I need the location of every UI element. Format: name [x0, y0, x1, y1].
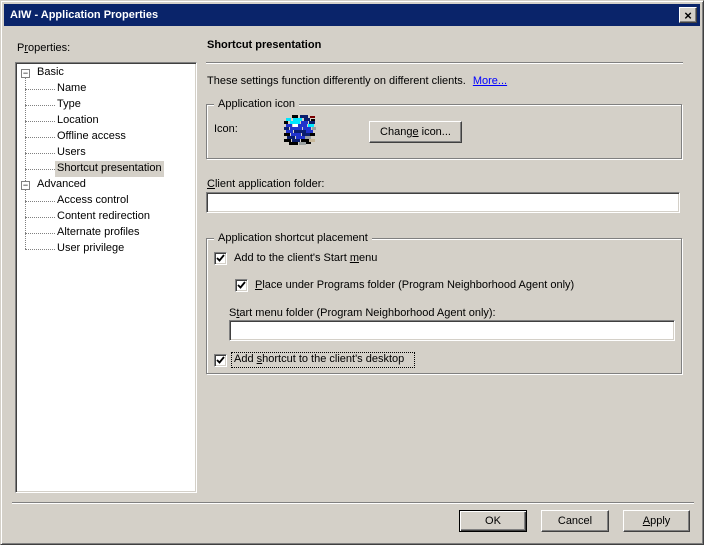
tree-line: [25, 77, 26, 181]
ok-button[interactable]: OK: [459, 510, 527, 532]
tree-item-basic[interactable]: Basic: [37, 65, 64, 81]
tree-item-alternate-profiles[interactable]: Alternate profiles: [57, 225, 140, 241]
tree-item-type[interactable]: Type: [57, 97, 81, 113]
window-title: AIW - Application Properties: [10, 9, 158, 21]
application-icon-group: Application icon Icon: Change icon.: [206, 104, 682, 159]
tree-line: [25, 89, 55, 90]
check-icon: [237, 281, 246, 290]
close-icon: ×: [684, 9, 692, 22]
shortcut-placement-group: Application shortcut placement Add to th…: [206, 238, 682, 374]
client-app-folder-label: Client application folder:: [207, 178, 324, 190]
start-menu-folder-label: Start menu folder (Program Neighborhood …: [229, 307, 496, 319]
tree-line: [25, 233, 55, 234]
tree-line: [25, 217, 55, 218]
tree-item-name[interactable]: Name: [57, 81, 86, 97]
start-menu-checkbox-label: Add to the client's Start menu: [234, 252, 377, 265]
start-menu-folder-input[interactable]: [229, 320, 675, 341]
tree-line: [25, 249, 55, 250]
apply-button[interactable]: Apply: [623, 510, 690, 532]
application-icon-legend: Application icon: [214, 98, 299, 110]
titlebar: AIW - Application Properties ×: [4, 4, 700, 26]
start-menu-checkbox[interactable]: [214, 252, 227, 265]
programs-folder-checkbox-row[interactable]: Place under Programs folder (Program Nei…: [235, 278, 574, 292]
tree-item-user-privilege[interactable]: User privilege: [57, 241, 124, 257]
tree-line: [25, 169, 55, 170]
icon-label: Icon:: [214, 123, 238, 135]
tree-line: [25, 189, 26, 249]
intro-text: These settings function differently on d…: [207, 75, 466, 87]
tree-item-content-redirection[interactable]: Content redirection: [57, 209, 150, 225]
client-app-folder-input[interactable]: [206, 192, 680, 213]
cancel-button[interactable]: Cancel: [541, 510, 609, 532]
properties-tree[interactable]: − − Basic Name Type Location Offline acc…: [15, 62, 197, 493]
desktop-shortcut-checkbox-row[interactable]: Add shortcut to the client's desktop: [214, 353, 415, 367]
application-icon-image: [284, 115, 318, 145]
tree-item-offline-access[interactable]: Offline access: [57, 129, 126, 145]
collapse-icon-advanced[interactable]: −: [21, 181, 30, 190]
tree-line: [25, 105, 55, 106]
programs-folder-checkbox[interactable]: [235, 279, 248, 292]
shortcut-placement-legend: Application shortcut placement: [214, 232, 372, 244]
tree-item-location[interactable]: Location: [57, 113, 99, 129]
more-link[interactable]: More...: [473, 75, 507, 87]
tree-item-advanced[interactable]: Advanced: [37, 177, 86, 193]
change-icon-button[interactable]: Change icon...: [369, 121, 462, 143]
tree-item-shortcut-presentation[interactable]: Shortcut presentation: [55, 161, 164, 177]
tree-line: [25, 121, 55, 122]
page-title: Shortcut presentation: [207, 39, 321, 51]
footer-divider: [12, 502, 694, 504]
application-properties-dialog: AIW - Application Properties × Propertie…: [0, 0, 704, 545]
check-icon: [216, 254, 225, 263]
desktop-shortcut-checkbox-label: Add shortcut to the client's desktop: [231, 352, 415, 368]
tree-item-access-control[interactable]: Access control: [57, 193, 129, 209]
programs-folder-checkbox-label: Place under Programs folder (Program Nei…: [255, 279, 574, 292]
heading-divider: [206, 62, 683, 64]
close-button[interactable]: ×: [679, 7, 697, 23]
collapse-icon-basic[interactable]: −: [21, 69, 30, 78]
start-menu-checkbox-row[interactable]: Add to the client's Start menu: [214, 251, 377, 265]
tree-item-users[interactable]: Users: [57, 145, 86, 161]
tree-line: [25, 153, 55, 154]
tree-line: [25, 137, 55, 138]
properties-label: Properties:: [17, 42, 70, 54]
check-icon: [216, 356, 225, 365]
desktop-shortcut-checkbox[interactable]: [214, 354, 227, 367]
tree-line: [25, 201, 55, 202]
